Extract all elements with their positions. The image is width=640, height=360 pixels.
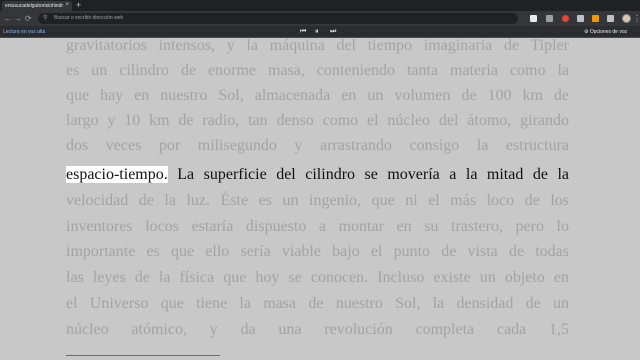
bookmark-icon[interactable]	[546, 15, 553, 22]
text-line: que hay en nuestro Sol, almacenada en un…	[66, 87, 569, 104]
voice-options-label: Opciones de voz	[589, 29, 628, 35]
reload-icon[interactable]: ⟳	[25, 11, 32, 26]
voice-options-button[interactable]: ⚙ Opciones de voz	[584, 26, 627, 38]
browser-tab[interactable]: eniusucadelguborisiohindrogen... ×	[2, 1, 72, 11]
extension-icon[interactable]	[592, 15, 599, 22]
read-aloud-label: Lectura en voz alta	[3, 29, 46, 35]
text-line: el Universo que tiene la masa de nuestro…	[66, 295, 569, 312]
previous-icon[interactable]: ⏮	[300, 26, 306, 38]
text-line: es un cilindro de enorme masa, contenien…	[66, 62, 569, 79]
avatar[interactable]	[622, 14, 631, 23]
read-aloud-bar: Lectura en voz alta ⏮ ⏸ ⏭ ⚙ Opciones de …	[0, 26, 640, 38]
text-line: dos veces por milisegundo y arrastrando …	[66, 137, 569, 154]
extension-icon[interactable]	[577, 15, 584, 22]
tab-title: eniusucadelguborisiohindrogen...	[5, 3, 63, 9]
text-line: inventores locos estaría dispuesto a mon…	[66, 218, 569, 235]
highlighted-word: espacio-tiempo.	[66, 166, 168, 183]
next-icon[interactable]: ⏭	[330, 26, 336, 38]
address-bar[interactable]: ⚲ Buscar o escribir dirección web	[38, 13, 518, 24]
back-icon[interactable]: ←	[4, 11, 12, 26]
extension-icon[interactable]	[562, 15, 569, 22]
text-line: gravitatorios intensos, y la máquina del…	[66, 38, 569, 54]
extensions-puzzle-icon[interactable]	[607, 15, 614, 22]
read-mode-icon[interactable]	[530, 15, 537, 22]
text-line: las leyes de la física que hoy se conoce…	[66, 269, 569, 286]
close-icon[interactable]: ×	[65, 1, 69, 10]
search-icon: ⚲	[43, 15, 48, 21]
active-text-line: espacio-tiempo. La superficie del cilind…	[66, 162, 569, 187]
active-sentence: La superficie del cilindro se movería a …	[167, 166, 569, 183]
menu-dots-icon[interactable]: ⋮	[633, 11, 640, 26]
pause-icon[interactable]: ⏸	[315, 26, 319, 38]
new-tab-button[interactable]: +	[76, 0, 81, 11]
forward-icon[interactable]: →	[14, 11, 22, 26]
reading-content: gravitatorios intensos, y la máquina del…	[66, 38, 569, 360]
address-placeholder: Buscar o escribir dirección web	[54, 15, 124, 21]
gear-icon: ⚙	[584, 29, 589, 35]
text-line: núcleo atómico, y da una revolución comp…	[66, 321, 569, 338]
footnote-divider	[66, 355, 220, 356]
text-line: largo y 10 km de radio, tan denso como e…	[66, 112, 569, 129]
browser-toolbar: ← → ⟳ ⚲ Buscar o escribir dirección web …	[0, 11, 640, 26]
text-line: importante es que ello sería viable bajo…	[66, 243, 569, 260]
text-line: velocidad de la luz. Éste es un ingenio,…	[66, 192, 569, 209]
tab-strip: eniusucadelguborisiohindrogen... × +	[0, 0, 640, 11]
